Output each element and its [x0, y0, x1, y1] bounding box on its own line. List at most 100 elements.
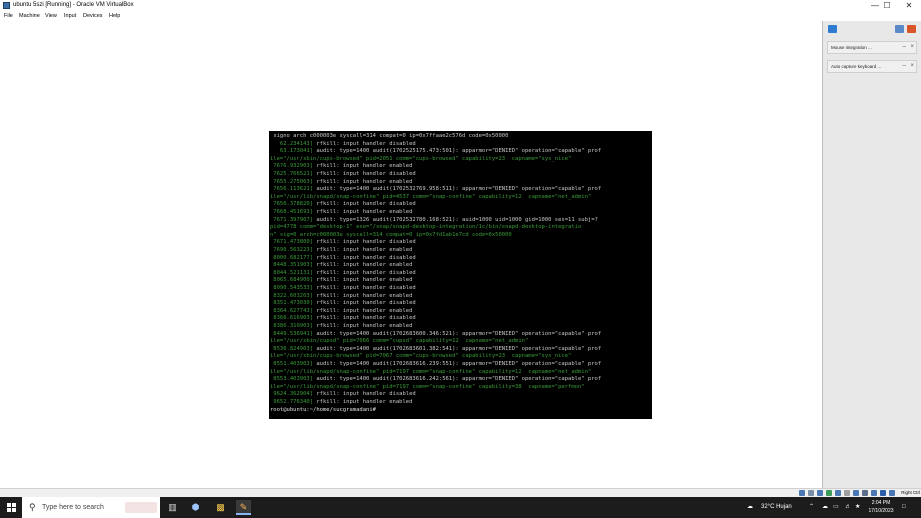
close-button[interactable]: ✕	[898, 0, 920, 11]
language-indicator-icon[interactable]: ★	[855, 497, 860, 518]
menu-view[interactable]: View	[45, 11, 57, 21]
terminal-line-message: audit: type=1400 audit(1702683616.239:55…	[316, 361, 602, 367]
terminal-line-message: rfkill: input handler enabled	[316, 247, 413, 253]
terminal-line-message: rfkill: input handler enabled	[316, 209, 413, 215]
action-center-icon[interactable]: □	[902, 497, 906, 518]
task-view-icon[interactable]: ▥	[165, 500, 180, 515]
cpu-icon[interactable]	[871, 490, 877, 496]
notification-dismiss-button[interactable]: –	[903, 42, 906, 53]
terminal-line-message: rfkill: input handler enabled	[316, 262, 413, 269]
terminal-line-message: rfkill: input handler enabled	[316, 292, 413, 299]
terminal-line-message: signo arch c000003e syscall=314 compat=0…	[273, 133, 509, 139]
virtualbox-taskbar-icon[interactable]: ⬢	[188, 500, 203, 515]
notification-auto-capture-keyboard[interactable]: Auto capture keyboard ... – ×	[827, 60, 917, 73]
terminal-line-timestamp: 63.173041]	[270, 148, 317, 155]
menu-file[interactable]: File	[4, 11, 13, 21]
window-title: ubuntu 5szi [Running] - Oracle VM Virtua…	[13, 2, 134, 8]
terminal-line-timestamp: 7656.378820]	[270, 201, 317, 208]
network-icon[interactable]	[826, 490, 832, 496]
terminal-line-message: rfkill: input handler disabled	[316, 171, 416, 177]
terminal-line-timestamp: 7690.563223]	[270, 247, 317, 253]
terminal-line-timestamp: 8386.310903]	[270, 323, 317, 329]
terminal-line-timestamp: ile="/usr/sbin/cups-browsed" pid=7067 co…	[270, 353, 572, 360]
terminal-line-timestamp: 8448.351903]	[270, 262, 317, 269]
terminal-line-timestamp: 8551.403903]	[270, 361, 317, 367]
terminal-line-timestamp: 8553.403903]	[270, 376, 317, 383]
terminal-line-message: rfkill: input handler enabled	[316, 277, 413, 284]
panel-close-icon[interactable]	[907, 25, 916, 33]
terminal-line-timestamp: 8090.543533]	[270, 285, 317, 291]
terminal-line-message: audit: type=1400 audit(1702525175.473:50…	[316, 148, 602, 155]
terminal-line-timestamp: ile="/usr/lib/snapd/snap-confine" pid=71…	[270, 368, 592, 375]
window-title-bar: ubuntu 5szi [Running] - Oracle VM Virtua…	[0, 0, 921, 11]
notification-close-button[interactable]: ×	[910, 61, 914, 72]
terminal-line-timestamp: 7676.932903]	[270, 163, 317, 170]
weather-cloud-icon[interactable]: ☁	[747, 497, 753, 518]
vm-status-bar: Right Ctrl	[0, 488, 921, 497]
virtualbox-app-icon	[3, 2, 10, 9]
terminal-line-message: rfkill: input handler disabled	[316, 269, 416, 276]
usb-icon[interactable]	[835, 490, 841, 496]
terminal-line-message: audit: type=1326 audit(1702532780.168:52…	[316, 216, 598, 223]
terminal-line-timestamp: 8351.473030]	[270, 300, 317, 307]
terminal-line-timestamp: ile="/usr/lib/snapd/snap-confine" pid=45…	[270, 193, 592, 200]
onedrive-icon[interactable]: ☁	[822, 497, 828, 518]
maximize-button[interactable]: ☐	[876, 0, 898, 11]
menu-input[interactable]: Input	[64, 11, 76, 21]
notification-text: Auto capture keyboard ...	[831, 64, 882, 69]
terminal-line-timestamp: 8366.616903]	[270, 315, 317, 322]
terminal-line-timestamp: 8065.684900]	[270, 277, 317, 284]
menu-devices[interactable]: Devices	[83, 11, 103, 21]
system-clock[interactable]: 2:04 PM 17/10/2023	[866, 499, 896, 515]
volume-icon[interactable]: ♬	[845, 497, 851, 518]
recording-icon[interactable]	[862, 490, 868, 496]
terminal-line-message: audit: type=1400 audit(1702683616.242:56…	[316, 376, 602, 383]
terminal-line-timestamp: ile="/usr/sbin/cupsd" pid=7066 comm="cup…	[270, 338, 529, 345]
vm-display[interactable]: signo arch c000003e syscall=314 compat=0…	[0, 21, 822, 488]
terminal-line-message: rfkill: input handler disabled	[316, 285, 416, 291]
taskbar-search-box[interactable]: ⚲ Type here to search	[22, 497, 160, 518]
keyboard-capture-icon[interactable]	[889, 490, 895, 496]
menu-bar: File Machine View Input Devices Help	[0, 11, 921, 21]
terminal-line-timestamp: 8044.521131]	[270, 269, 317, 276]
mouse-integration-icon[interactable]	[880, 490, 886, 496]
terminal-line-message: rfkill: input handler disabled	[316, 315, 416, 322]
info-icon[interactable]	[828, 25, 837, 33]
terminal-line-message: rfkill: input handler disabled	[316, 300, 416, 307]
terminal-line-timestamp: pid=4778 comm="desktop-1" exe="/snap/sna…	[270, 224, 582, 231]
network-tray-icon[interactable]: ▭	[833, 497, 839, 518]
terminal-line-message: rfkill: input handler disabled	[316, 254, 416, 261]
terminal-line-timestamp: n" sig=0 arch=c000003e syscall=314 compa…	[270, 231, 512, 238]
menu-help[interactable]: Help	[109, 11, 120, 21]
notification-text: Mouse integration ...	[831, 45, 872, 50]
weather-text[interactable]: 32°C Hujan	[761, 497, 792, 518]
terminal-line-timestamp: 7655.275063]	[270, 178, 317, 185]
menu-machine[interactable]: Machine	[19, 11, 40, 21]
guest-terminal-console[interactable]: signo arch c000003e syscall=314 compat=0…	[269, 131, 652, 419]
file-explorer-icon[interactable]: ▩	[213, 500, 228, 515]
start-button[interactable]	[0, 497, 22, 518]
notification-dismiss-button[interactable]: –	[903, 61, 906, 72]
terminal-line-message: rfkill: input handler disabled	[316, 140, 416, 147]
terminal-line-timestamp: 9624.362904]	[270, 391, 317, 398]
optical-drive-icon[interactable]	[808, 490, 814, 496]
terminal-line-timestamp: 8000.682177]	[270, 254, 317, 261]
shared-folders-icon[interactable]	[844, 490, 850, 496]
terminal-line-timestamp: 8364.627743]	[270, 307, 317, 314]
terminal-line-message: rfkill: input handler disabled	[316, 239, 416, 246]
terminal-line-message: rfkill: input handler enabled	[316, 399, 413, 405]
terminal-line-message: rfkill: input handler enabled	[316, 307, 413, 314]
ubuntu-vm-window-taskbar-icon[interactable]: ✎	[236, 500, 251, 515]
terminal-line-message: audit: type=1400 audit(1702683601.382:54…	[316, 345, 602, 352]
panel-settings-icon[interactable]	[895, 25, 904, 33]
terminal-line-message: rfkill: input handler disabled	[316, 201, 416, 208]
notification-close-button[interactable]: ×	[910, 42, 914, 53]
notification-mouse-integration[interactable]: Mouse integration ... – ×	[827, 41, 917, 54]
terminal-line-message: rfkill: input handler enabled	[316, 178, 413, 185]
windows-logo-icon	[7, 503, 16, 512]
hard-disk-icon[interactable]	[799, 490, 805, 496]
tray-overflow-chevron-icon[interactable]: ⌃	[809, 497, 814, 518]
terminal-line-timestamp: ile="/usr/lib/snapd/snap-confine" pid=71…	[270, 383, 585, 390]
audio-icon[interactable]	[817, 490, 823, 496]
display-icon[interactable]	[853, 490, 859, 496]
